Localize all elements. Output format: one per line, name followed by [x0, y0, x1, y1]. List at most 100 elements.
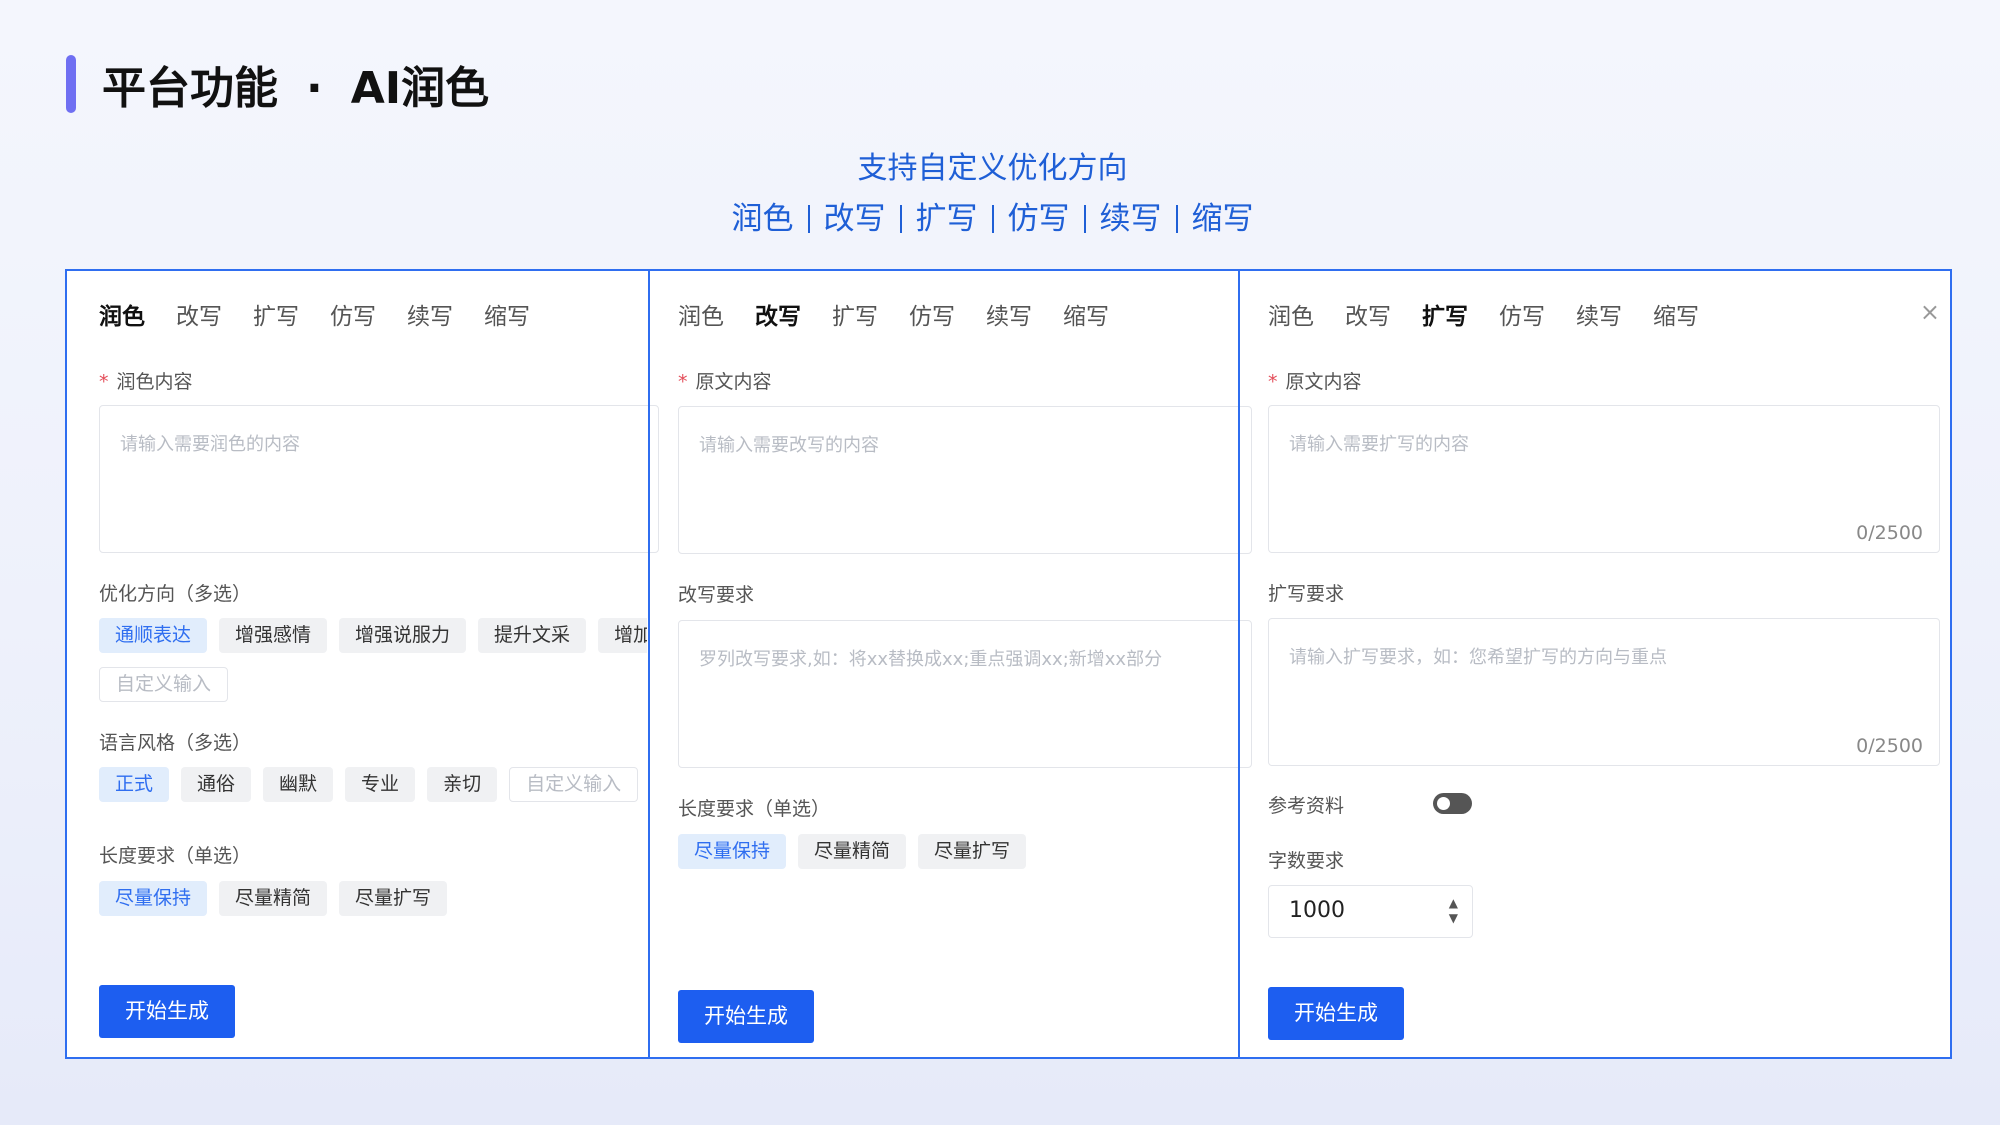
style-label: 语言风格（多选） — [99, 732, 252, 754]
mode-polish: 润色 — [731, 201, 794, 237]
style-custom-input[interactable]: 自定义输入 — [509, 767, 639, 802]
page-title-main: 平台功能 — [102, 63, 278, 114]
reference-label: 参考资料 — [1268, 795, 1345, 817]
rewrite-content-input[interactable]: 请输入需要改写的内容 — [678, 406, 1252, 554]
style-chip-professional[interactable]: 专业 — [345, 767, 416, 802]
style-chip-humor[interactable]: 幽默 — [263, 767, 334, 802]
rewrite-panel: 润色 改写 扩写 仿写 续写 缩写 * 原文内容 请输入需要改写的内容 改写要求 … — [648, 271, 1252, 1057]
direction-custom-input[interactable]: 自定义输入 — [99, 667, 229, 702]
required-marker: * — [99, 371, 109, 393]
polish-content-input[interactable]: 请输入需要润色的内容 — [99, 405, 659, 553]
tab-rewrite[interactable]: 改写 — [176, 297, 222, 331]
title-accent-bar — [66, 55, 76, 113]
tab-expand[interactable]: 扩写 — [1420, 297, 1470, 331]
direction-custom-row: 自定义输入 — [99, 667, 229, 702]
direction-chip-literary[interactable]: 提升文采 — [478, 618, 587, 653]
style-chip-plain[interactable]: 通俗 — [181, 767, 252, 802]
rewrite-start-button[interactable]: 开始生成 — [678, 990, 814, 1043]
tab-polish[interactable]: 润色 — [678, 297, 724, 331]
direction-chips: 通顺表达 增强感情 增强说服力 提升文采 增加细节 — [99, 618, 647, 653]
mode-divider — [1083, 205, 1086, 233]
direction-chip-clip: 通顺表达 增强感情 增强说服力 提升文采 增加细节 — [99, 618, 647, 658]
polish-content-label-text: 润色内容 — [116, 371, 193, 393]
expand-content-label: * 原文内容 — [1268, 367, 1362, 394]
expand-content-label-text: 原文内容 — [1285, 371, 1362, 393]
tab-shorten[interactable]: 缩写 — [1063, 297, 1109, 331]
style-chip-friendly[interactable]: 亲切 — [427, 767, 498, 802]
tab-shorten[interactable]: 缩写 — [484, 297, 530, 331]
expand-start-button[interactable]: 开始生成 — [1268, 987, 1404, 1040]
expand-requirement-placeholder: 请输入扩写要求，如：您希望扩写的方向与重点 — [1289, 647, 1667, 668]
direction-label: 优化方向（多选） — [99, 583, 252, 605]
rewrite-requirement-input[interactable]: 罗列改写要求,如：将xx替换成xx;重点强调xx;新增xx部分 — [678, 620, 1252, 768]
tab-imitate[interactable]: 仿写 — [330, 297, 376, 331]
style-chips: 正式 通俗 幽默 专业 亲切 自定义输入 — [99, 767, 639, 802]
tab-bar: 润色 改写 扩写 仿写 续写 缩写 — [97, 297, 530, 331]
tab-polish[interactable]: 润色 — [1268, 297, 1314, 331]
mode-expand: 扩写 — [915, 201, 978, 237]
expand-content-placeholder: 请输入需要扩写的内容 — [1289, 434, 1469, 455]
length-chip-keep[interactable]: 尽量保持 — [678, 834, 787, 869]
required-marker: * — [1268, 371, 1278, 393]
expand-requirement-counter: 0/2500 — [1856, 735, 1923, 757]
tab-expand[interactable]: 扩写 — [832, 297, 878, 331]
mode-imitate: 仿写 — [1007, 201, 1070, 237]
tab-shorten[interactable]: 缩写 — [1653, 297, 1699, 331]
direction-chip-emotion[interactable]: 增强感情 — [219, 618, 328, 653]
reference-toggle[interactable] — [1433, 793, 1472, 814]
expand-content-input[interactable]: 请输入需要扩写的内容 0/2500 — [1268, 405, 1940, 553]
rewrite-content-label: * 原文内容 — [678, 367, 772, 394]
page-title-feature: AI润色 — [350, 63, 490, 114]
tab-polish[interactable]: 润色 — [97, 297, 147, 331]
length-chip-expand[interactable]: 尽量扩写 — [339, 881, 448, 916]
tab-bar: 润色 改写 扩写 仿写 续写 缩写 — [678, 297, 1109, 331]
rewrite-requirement-label: 改写要求 — [678, 584, 755, 606]
length-chip-concise[interactable]: 尽量精简 — [219, 881, 328, 916]
title-separator-dot: · — [306, 63, 323, 114]
mode-shorten: 缩写 — [1191, 201, 1254, 237]
tab-imitate[interactable]: 仿写 — [1499, 297, 1545, 331]
mode-divider — [991, 205, 994, 233]
polish-start-button[interactable]: 开始生成 — [99, 985, 235, 1038]
stepper-arrows-icon[interactable]: ▲ ▼ — [1449, 896, 1458, 926]
length-chip-concise[interactable]: 尽量精简 — [798, 834, 907, 869]
tab-continue[interactable]: 续写 — [407, 297, 453, 331]
screenshot-panels: 润色 改写 扩写 仿写 续写 缩写 * 润色内容 请输入需要润色的内容 优化方向（… — [65, 269, 1952, 1059]
word-count-stepper[interactable]: 1000 ▲ ▼ — [1268, 885, 1473, 938]
rewrite-content-placeholder: 请输入需要改写的内容 — [699, 435, 879, 456]
tab-imitate[interactable]: 仿写 — [909, 297, 955, 331]
polish-length-chips: 尽量保持 尽量精简 尽量扩写 — [99, 881, 448, 916]
style-chip-formal[interactable]: 正式 — [99, 767, 170, 802]
mode-rewrite: 改写 — [823, 201, 886, 237]
expand-requirement-input[interactable]: 请输入扩写要求，如：您希望扩写的方向与重点 0/2500 — [1268, 618, 1940, 766]
direction-chip-fluent[interactable]: 通顺表达 — [99, 618, 208, 653]
expand-panel: 润色 改写 扩写 仿写 续写 缩写 × * 原文内容 请输入需要扩写的内容 0/2… — [1238, 271, 1952, 1057]
tab-bar: 润色 改写 扩写 仿写 续写 缩写 — [1268, 297, 1699, 331]
tab-continue[interactable]: 续写 — [986, 297, 1032, 331]
expand-requirement-label: 扩写要求 — [1268, 583, 1345, 605]
polish-content-label: * 润色内容 — [99, 367, 193, 394]
tab-rewrite[interactable]: 改写 — [1345, 297, 1391, 331]
mode-divider — [1175, 205, 1178, 233]
length-chip-expand[interactable]: 尽量扩写 — [918, 834, 1027, 869]
length-chip-keep[interactable]: 尽量保持 — [99, 881, 208, 916]
direction-chip-persuasive[interactable]: 增强说服力 — [339, 618, 467, 653]
rewrite-content-label-text: 原文内容 — [695, 371, 772, 393]
page-title: 平台功能 · AI润色 — [102, 52, 489, 116]
rewrite-length-label: 长度要求（单选） — [678, 798, 831, 820]
expand-content-counter: 0/2500 — [1856, 522, 1923, 544]
mode-list: 润色 改写 扩写 仿写 续写 缩写 — [0, 193, 1985, 238]
close-icon[interactable]: × — [1920, 298, 1940, 326]
tab-continue[interactable]: 续写 — [1576, 297, 1622, 331]
direction-chip-detail[interactable]: 增加细节 — [598, 618, 647, 653]
polish-panel: 润色 改写 扩写 仿写 续写 缩写 * 润色内容 请输入需要润色的内容 优化方向（… — [67, 271, 659, 1057]
mode-continue: 续写 — [1099, 201, 1162, 237]
mode-divider — [899, 205, 902, 233]
polish-length-label: 长度要求（单选） — [99, 845, 252, 867]
rewrite-length-chips: 尽量保持 尽量精简 尽量扩写 — [678, 834, 1027, 869]
required-marker: * — [678, 371, 688, 393]
mode-divider — [807, 205, 810, 233]
tab-expand[interactable]: 扩写 — [253, 297, 299, 331]
word-count-value: 1000 — [1289, 898, 1345, 923]
tab-rewrite[interactable]: 改写 — [753, 297, 803, 331]
